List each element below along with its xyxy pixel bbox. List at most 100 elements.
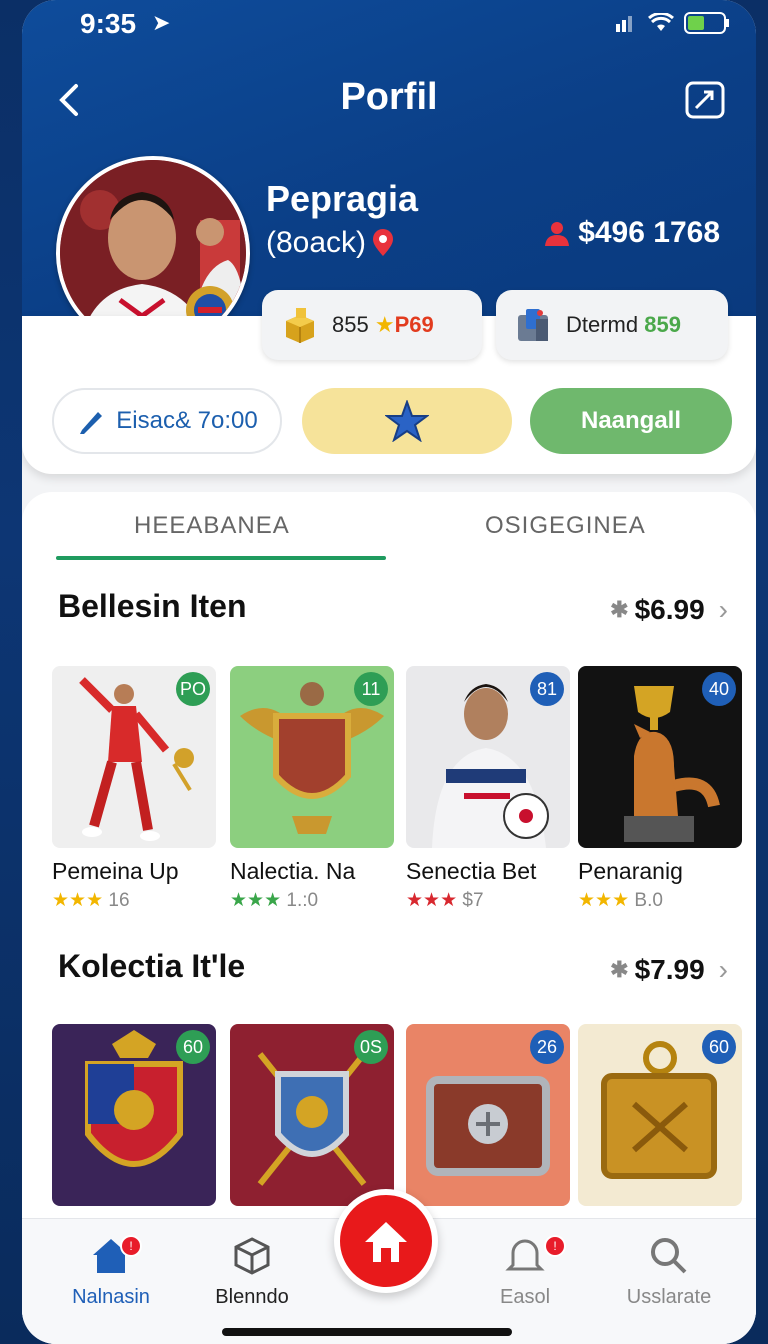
edit-button[interactable]: Eisac& 7o:00 [52, 388, 282, 454]
item-image: 40 [578, 666, 742, 848]
phone-screen: 9:35 ➤ Porfil Pepragia (8oack) $496 1768… [22, 0, 756, 1344]
stat-coins-text: 855 ★P69 [332, 312, 434, 338]
item-badge: 81 [530, 672, 564, 706]
center-home-button[interactable] [334, 1189, 438, 1293]
status-bar: 9:35 ➤ [80, 8, 730, 39]
item-badge: PO [176, 672, 210, 706]
star-icon [385, 400, 429, 442]
stat-coins-value: 855 [332, 312, 369, 337]
primary-action-label: Naangall [580, 407, 682, 434]
item-badge: 26 [530, 1030, 564, 1064]
user-name: Pepragia [266, 178, 419, 219]
home-indicator[interactable] [222, 1328, 512, 1336]
section-title-2: Kolectia It'le [58, 948, 246, 984]
wifi-icon [648, 13, 674, 31]
status-time: 9:35 [80, 8, 137, 39]
item-image: 0S [230, 1024, 394, 1206]
notification-dot: ! [544, 1235, 566, 1257]
share-button[interactable] [684, 80, 726, 120]
item-card[interactable]: 81 Senectia Bet ★★★ $7 [406, 666, 570, 912]
section-title-1: Bellesin Iten [58, 588, 247, 624]
section-price-1[interactable]: ✱ $6.99 › [610, 594, 728, 626]
stat-items-label: Dtermd [566, 312, 639, 337]
nav-item-search[interactable]: Usslarate [604, 1235, 734, 1309]
chevron-right-icon: › [718, 954, 728, 985]
location-pin-icon [373, 229, 394, 256]
item-rating: ★★★ 16 [52, 889, 216, 912]
user-icon [545, 222, 570, 246]
item-image: 26 [406, 1024, 570, 1206]
balance: $496 1768 [542, 216, 720, 250]
favorite-button[interactable] [302, 388, 512, 454]
item-name: Pemeina Up [52, 858, 179, 884]
home-arrow-icon [365, 1222, 407, 1262]
balance-value: $496 1768 [578, 216, 720, 249]
section-price-1-value: $6.99 [634, 594, 705, 625]
star-icon: ★ [374, 312, 395, 337]
item-image: 60 [52, 1024, 216, 1206]
item-card[interactable]: 0S [230, 1024, 394, 1206]
item-stars: ★★★ [406, 890, 458, 911]
item-image: 60 [578, 1024, 742, 1206]
sparkle-icon: ✱ [610, 957, 629, 982]
nav-label-home: Nalnasin [72, 1286, 150, 1308]
nav-item-notifications[interactable]: ! Easol [460, 1235, 590, 1309]
stat-items-value: 859 [644, 312, 681, 337]
item-image: 81 [406, 666, 570, 848]
bell-icon [505, 1239, 545, 1271]
item-image: 11 [230, 666, 394, 848]
item-name: Penaranig [578, 858, 683, 884]
item-image: PO [52, 666, 216, 848]
nav-item-blend[interactable]: Blenndo [187, 1235, 317, 1309]
edit-button-label: Eisac& 7o:00 [116, 407, 258, 434]
active-tab-indicator [56, 556, 386, 560]
user-handle-row: (8oack) [266, 226, 396, 260]
pencil-icon [80, 412, 103, 434]
item-rating-value: Β.0 [634, 890, 663, 911]
section-price-2[interactable]: ✱ $7.99 › [610, 954, 728, 986]
stat-items-text: Dtermd 859 [566, 312, 681, 338]
search-icon [651, 1238, 687, 1274]
item-badge: 40 [702, 672, 736, 706]
nav-label-search: Usslarate [626, 1286, 712, 1308]
share-icon [685, 81, 725, 119]
stat-card-items[interactable]: Dtermd 859 [496, 290, 728, 360]
sparkle-icon: ✱ [610, 597, 629, 622]
stat-coins-accent: P69 [394, 312, 434, 337]
item-rating-value: $7 [462, 890, 484, 911]
tab-2[interactable]: OSIGEGINEA [485, 512, 646, 540]
item-card[interactable]: 60 [52, 1024, 216, 1206]
nav-label-blend: Blenndo [215, 1286, 289, 1308]
gold-block-icon [286, 308, 314, 343]
top-nav: Porfil [22, 70, 756, 130]
item-rating-value: 1.:0 [286, 890, 319, 911]
notification-dot: ! [120, 1235, 142, 1257]
section-price-2-value: $7.99 [634, 954, 705, 985]
signal-icon [616, 16, 632, 32]
primary-action-button[interactable]: Naangall [530, 388, 732, 454]
item-badge: 11 [354, 672, 388, 706]
item-card[interactable]: 11 Nalectia. Na ★★★ 1.:0 [230, 666, 394, 912]
item-stars: ★★★ [578, 890, 630, 911]
item-rating: ★★★ Β.0 [578, 889, 742, 912]
item-name: Nalectia. Na [230, 858, 356, 884]
item-rating: ★★★ $7 [406, 889, 570, 912]
item-card[interactable]: 26 [406, 1024, 570, 1206]
page-title: Porfil [340, 76, 438, 118]
item-card[interactable]: 40 Penaranig ★★★ Β.0 [578, 666, 742, 912]
location-arrow-icon: ➤ [152, 10, 171, 35]
tab-1[interactable]: HEEABANEA [134, 512, 290, 540]
item-badge: 0S [354, 1030, 388, 1064]
box-icon [234, 1237, 270, 1275]
chevron-right-icon: › [718, 594, 728, 625]
nav-item-home[interactable]: ! Nalnasin [46, 1235, 176, 1309]
nav-label-notifications: Easol [499, 1286, 551, 1308]
status-icons [616, 12, 730, 34]
item-rating: ★★★ 1.:0 [230, 889, 394, 912]
item-card[interactable]: PO Pemeina Up ★★★ 16 [52, 666, 216, 912]
item-stars: ★★★ [230, 890, 282, 911]
item-rating-value: 16 [108, 890, 130, 911]
bottom-nav: ! Nalnasin Blenndo ! Easol Usslarate [22, 1189, 756, 1344]
stat-card-coins[interactable]: 855 ★P69 [262, 290, 482, 360]
item-card[interactable]: 60 [578, 1024, 742, 1206]
